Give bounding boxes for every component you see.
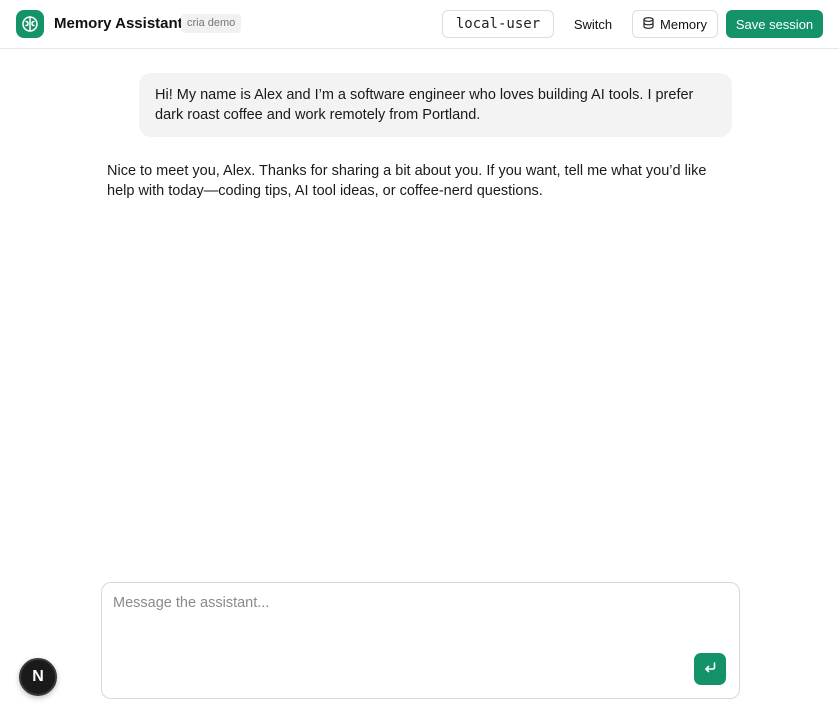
brain-icon[interactable] [16,10,44,38]
app-title: Memory Assistant [54,15,183,32]
assistant-message: Nice to meet you, Alex. Thanks for shari… [107,163,707,199]
top-header: Memory Assistant cria demo local-user Sw… [0,0,839,49]
enter-icon [703,660,717,679]
nextjs-dev-badge[interactable]: N [19,658,57,696]
user-id-field[interactable]: local-user [442,10,554,38]
save-session-button[interactable]: Save session [726,10,823,38]
user-message: Hi! My name is Alex and I’m a software e… [139,73,732,137]
database-icon [643,16,654,32]
memory-button[interactable]: Memory [632,10,718,38]
message-input[interactable] [113,595,713,645]
message-composer [101,582,740,699]
send-button[interactable] [694,653,726,685]
demo-tag: cria demo [181,14,242,33]
switch-button[interactable]: Switch [563,10,623,38]
memory-button-label: Memory [660,16,707,32]
app-page: Memory Assistant cria demo local-user Sw… [0,0,839,715]
